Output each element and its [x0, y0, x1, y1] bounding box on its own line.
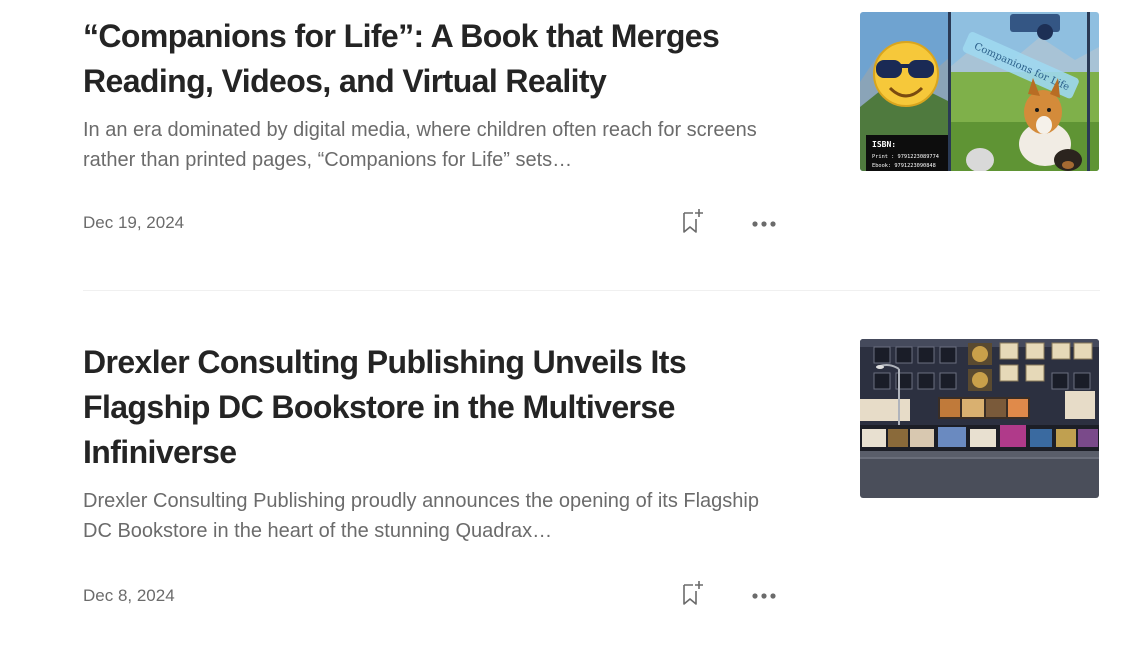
svg-text:Ebook: 9791223090848: Ebook: 9791223090848: [872, 163, 936, 169]
more-options-button[interactable]: [748, 209, 780, 239]
bookmark-add-icon: [680, 579, 706, 612]
article-subtitle[interactable]: In an era dominated by digital media, wh…: [83, 115, 783, 175]
save-bookmark-button[interactable]: [678, 208, 708, 238]
article-subtitle[interactable]: Drexler Consulting Publishing proudly an…: [83, 486, 783, 546]
article-card[interactable]: “Companions for Life”: A Book that Merge…: [0, 0, 1122, 290]
more-horizontal-icon: [751, 215, 777, 233]
svg-text:ISBN:: ISBN:: [872, 140, 896, 149]
article-feed: “Companions for Life”: A Book that Merge…: [0, 0, 1122, 659]
article-thumbnail[interactable]: [860, 339, 1099, 498]
bookmark-add-icon: [680, 207, 706, 240]
more-options-button[interactable]: [748, 581, 780, 611]
svg-text:Print : 9791223089774: Print : 9791223089774: [872, 154, 939, 160]
article-title[interactable]: “Companions for Life”: A Book that Merge…: [83, 14, 783, 104]
article-date: Dec 19, 2024: [83, 213, 185, 232]
article-title[interactable]: Drexler Consulting Publishing Unveils It…: [83, 340, 763, 475]
save-bookmark-button[interactable]: [678, 580, 708, 610]
article-card[interactable]: Drexler Consulting Publishing Unveils It…: [0, 291, 1122, 659]
sunglasses-emoji-icon: [873, 41, 939, 107]
article-date: Dec 8, 2024: [83, 586, 175, 605]
more-horizontal-icon: [751, 587, 777, 605]
article-thumbnail[interactable]: ISBN: Print : 9791223089774 Ebook: 97912…: [860, 12, 1099, 171]
